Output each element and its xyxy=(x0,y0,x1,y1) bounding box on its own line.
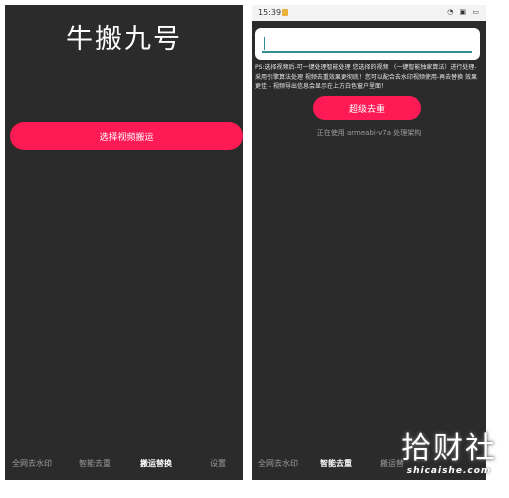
super-dedupe-button[interactable]: 超级去重 xyxy=(313,96,421,120)
status-icons: ◔ ▣ ▭ xyxy=(447,8,481,16)
nav-item-transfer-replace[interactable]: 搬运替换 xyxy=(140,458,172,469)
status-time: 15:39 xyxy=(258,8,282,17)
output-input-box xyxy=(255,28,480,60)
left-phone-screen: 牛搬九号 选择视频搬运 全网去水印 智能去重 搬运替换 设置 xyxy=(5,5,243,480)
bottom-nav: 全网去水印 智能去重 搬运替换 设置 xyxy=(5,458,243,472)
status-bar: 15:39 ◔ ▣ ▭ xyxy=(252,5,486,21)
architecture-status: 正在使用 armeabi-v7a 处理架构 xyxy=(316,129,422,137)
notification-icon xyxy=(282,9,288,16)
nav-item-settings[interactable]: 设置 xyxy=(210,458,226,469)
watermark-sub-text: shicaishe.com xyxy=(406,466,492,476)
nav-item-watermark-removal[interactable]: 全网去水印 xyxy=(258,458,298,469)
watermark-main-text: 拾财社 xyxy=(401,431,497,466)
select-video-button[interactable]: 选择视频搬运 xyxy=(10,122,243,150)
right-phone-screen: 15:39 ◔ ▣ ▭ PS:选择视频后-可一键处理智能处理 您选择的视频 （一… xyxy=(252,5,486,480)
text-cursor xyxy=(264,37,265,50)
output-text-field[interactable] xyxy=(262,36,472,53)
watermark-logo: 拾财社 shicaishe.com xyxy=(399,432,499,492)
ps-instructions: PS:选择视频后-可一键处理智能处理 您选择的视频 （一键智能独家算法）进行处理… xyxy=(255,64,477,90)
nav-item-smart-dedupe[interactable]: 智能去重 xyxy=(79,458,111,469)
nav-item-smart-dedupe[interactable]: 智能去重 xyxy=(320,458,352,469)
app-title: 牛搬九号 xyxy=(66,24,182,55)
nav-item-watermark-removal[interactable]: 全网去水印 xyxy=(12,458,52,469)
